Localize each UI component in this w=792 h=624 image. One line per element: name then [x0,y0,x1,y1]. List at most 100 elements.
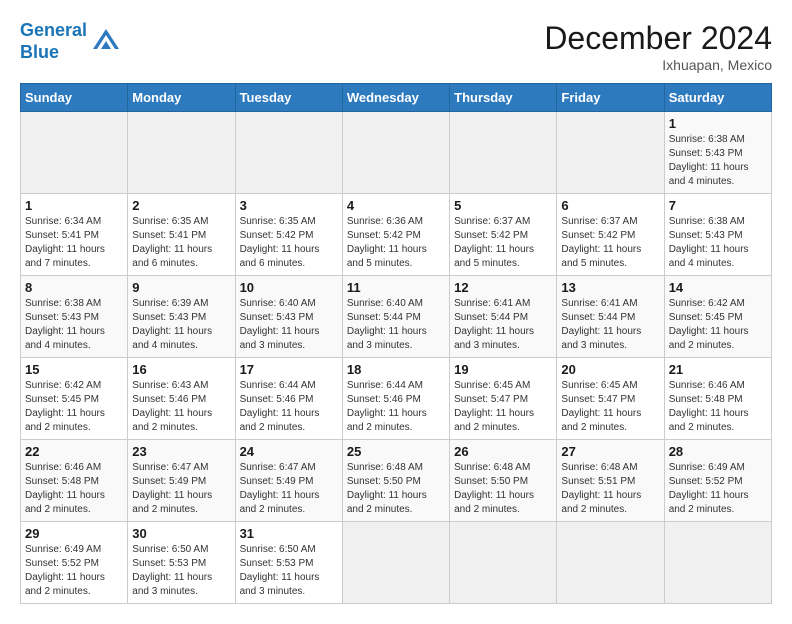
day-number: 2 [132,198,230,213]
calendar-cell: 1 Sunrise: 6:34 AM Sunset: 5:41 PM Dayli… [21,194,128,276]
calendar-cell: 5 Sunrise: 6:37 AM Sunset: 5:42 PM Dayli… [450,194,557,276]
calendar-cell: 25 Sunrise: 6:48 AM Sunset: 5:50 PM Dayl… [342,440,449,522]
day-header-thursday: Thursday [450,84,557,112]
calendar-cell: 27 Sunrise: 6:48 AM Sunset: 5:51 PM Dayl… [557,440,664,522]
day-number: 10 [240,280,338,295]
calendar-cell [664,522,771,604]
calendar-cell: 19 Sunrise: 6:45 AM Sunset: 5:47 PM Dayl… [450,358,557,440]
day-info: Sunrise: 6:49 AM Sunset: 5:52 PM Dayligh… [25,543,123,599]
location: Ixhuapan, Mexico [544,57,772,73]
day-info: Sunrise: 6:48 AM Sunset: 5:50 PM Dayligh… [347,461,445,517]
day-info: Sunrise: 6:46 AM Sunset: 5:48 PM Dayligh… [669,379,767,435]
calendar-cell: 18 Sunrise: 6:44 AM Sunset: 5:46 PM Dayl… [342,358,449,440]
day-info: Sunrise: 6:42 AM Sunset: 5:45 PM Dayligh… [25,379,123,435]
day-number: 7 [669,198,767,213]
day-number: 16 [132,362,230,377]
calendar-cell: 31 Sunrise: 6:50 AM Sunset: 5:53 PM Dayl… [235,522,342,604]
day-info: Sunrise: 6:48 AM Sunset: 5:51 PM Dayligh… [561,461,659,517]
calendar-week-4: 15 Sunrise: 6:42 AM Sunset: 5:45 PM Dayl… [21,358,772,440]
day-info: Sunrise: 6:49 AM Sunset: 5:52 PM Dayligh… [669,461,767,517]
day-info: Sunrise: 6:39 AM Sunset: 5:43 PM Dayligh… [132,297,230,353]
day-info: Sunrise: 6:47 AM Sunset: 5:49 PM Dayligh… [132,461,230,517]
day-info: Sunrise: 6:50 AM Sunset: 5:53 PM Dayligh… [132,543,230,599]
day-info: Sunrise: 6:45 AM Sunset: 5:47 PM Dayligh… [454,379,552,435]
day-number: 15 [25,362,123,377]
day-info: Sunrise: 6:41 AM Sunset: 5:44 PM Dayligh… [561,297,659,353]
calendar-cell: 28 Sunrise: 6:49 AM Sunset: 5:52 PM Dayl… [664,440,771,522]
day-header-saturday: Saturday [664,84,771,112]
calendar-cell: 29 Sunrise: 6:49 AM Sunset: 5:52 PM Dayl… [21,522,128,604]
day-header-tuesday: Tuesday [235,84,342,112]
calendar-cell: 11 Sunrise: 6:40 AM Sunset: 5:44 PM Dayl… [342,276,449,358]
calendar-week-2: 1 Sunrise: 6:34 AM Sunset: 5:41 PM Dayli… [21,194,772,276]
day-info: Sunrise: 6:40 AM Sunset: 5:43 PM Dayligh… [240,297,338,353]
calendar-cell: 14 Sunrise: 6:42 AM Sunset: 5:45 PM Dayl… [664,276,771,358]
day-number: 14 [669,280,767,295]
calendar-table: SundayMondayTuesdayWednesdayThursdayFrid… [20,83,772,604]
day-number: 23 [132,444,230,459]
calendar-cell [450,522,557,604]
days-of-week-row: SundayMondayTuesdayWednesdayThursdayFrid… [21,84,772,112]
day-header-wednesday: Wednesday [342,84,449,112]
day-number: 27 [561,444,659,459]
day-number: 1 [25,198,123,213]
day-info: Sunrise: 6:35 AM Sunset: 5:42 PM Dayligh… [240,215,338,271]
calendar-cell: 15 Sunrise: 6:42 AM Sunset: 5:45 PM Dayl… [21,358,128,440]
day-number: 19 [454,362,552,377]
calendar-cell: 26 Sunrise: 6:48 AM Sunset: 5:50 PM Dayl… [450,440,557,522]
day-number: 22 [25,444,123,459]
day-info: Sunrise: 6:43 AM Sunset: 5:46 PM Dayligh… [132,379,230,435]
day-info: Sunrise: 6:37 AM Sunset: 5:42 PM Dayligh… [454,215,552,271]
calendar-cell: 30 Sunrise: 6:50 AM Sunset: 5:53 PM Dayl… [128,522,235,604]
day-header-friday: Friday [557,84,664,112]
logo-text: GeneralBlue [20,20,87,63]
day-number: 13 [561,280,659,295]
month-title: December 2024 [544,20,772,57]
day-info: Sunrise: 6:44 AM Sunset: 5:46 PM Dayligh… [240,379,338,435]
day-info: Sunrise: 6:38 AM Sunset: 5:43 PM Dayligh… [669,215,767,271]
day-number: 1 [669,116,767,131]
day-info: Sunrise: 6:44 AM Sunset: 5:46 PM Dayligh… [347,379,445,435]
calendar-cell: 7 Sunrise: 6:38 AM Sunset: 5:43 PM Dayli… [664,194,771,276]
day-number: 29 [25,526,123,541]
day-info: Sunrise: 6:47 AM Sunset: 5:49 PM Dayligh… [240,461,338,517]
day-header-monday: Monday [128,84,235,112]
day-info: Sunrise: 6:50 AM Sunset: 5:53 PM Dayligh… [240,543,338,599]
calendar-cell: 23 Sunrise: 6:47 AM Sunset: 5:49 PM Dayl… [128,440,235,522]
calendar-cell: 13 Sunrise: 6:41 AM Sunset: 5:44 PM Dayl… [557,276,664,358]
calendar-cell [557,522,664,604]
calendar-cell: 10 Sunrise: 6:40 AM Sunset: 5:43 PM Dayl… [235,276,342,358]
calendar-cell [450,112,557,194]
day-info: Sunrise: 6:34 AM Sunset: 5:41 PM Dayligh… [25,215,123,271]
day-header-sunday: Sunday [21,84,128,112]
calendar-cell [21,112,128,194]
day-number: 18 [347,362,445,377]
calendar-cell: 20 Sunrise: 6:45 AM Sunset: 5:47 PM Dayl… [557,358,664,440]
day-info: Sunrise: 6:46 AM Sunset: 5:48 PM Dayligh… [25,461,123,517]
day-number: 5 [454,198,552,213]
day-number: 30 [132,526,230,541]
calendar-cell [557,112,664,194]
logo: GeneralBlue [20,20,121,63]
day-number: 21 [669,362,767,377]
calendar-cell: 9 Sunrise: 6:39 AM Sunset: 5:43 PM Dayli… [128,276,235,358]
day-number: 25 [347,444,445,459]
day-number: 6 [561,198,659,213]
day-info: Sunrise: 6:37 AM Sunset: 5:42 PM Dayligh… [561,215,659,271]
day-info: Sunrise: 6:42 AM Sunset: 5:45 PM Dayligh… [669,297,767,353]
day-number: 9 [132,280,230,295]
day-number: 26 [454,444,552,459]
calendar-cell [128,112,235,194]
calendar-cell: 2 Sunrise: 6:35 AM Sunset: 5:41 PM Dayli… [128,194,235,276]
calendar-cell: 21 Sunrise: 6:46 AM Sunset: 5:48 PM Dayl… [664,358,771,440]
logo-icon [91,27,121,57]
day-info: Sunrise: 6:40 AM Sunset: 5:44 PM Dayligh… [347,297,445,353]
day-info: Sunrise: 6:36 AM Sunset: 5:42 PM Dayligh… [347,215,445,271]
day-number: 28 [669,444,767,459]
calendar-cell: 3 Sunrise: 6:35 AM Sunset: 5:42 PM Dayli… [235,194,342,276]
calendar-week-5: 22 Sunrise: 6:46 AM Sunset: 5:48 PM Dayl… [21,440,772,522]
day-info: Sunrise: 6:38 AM Sunset: 5:43 PM Dayligh… [25,297,123,353]
calendar-cell: 8 Sunrise: 6:38 AM Sunset: 5:43 PM Dayli… [21,276,128,358]
day-number: 11 [347,280,445,295]
calendar-cell: 17 Sunrise: 6:44 AM Sunset: 5:46 PM Dayl… [235,358,342,440]
